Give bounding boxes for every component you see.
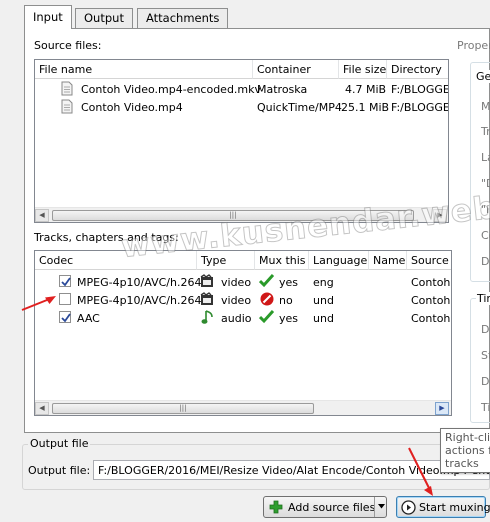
track-checkbox[interactable] [59,293,71,305]
checkmark-icon [61,277,71,287]
track-checkbox[interactable] [59,275,71,287]
column-header-language[interactable]: Language [309,251,369,270]
tab-attachments[interactable]: Attachments [137,8,229,28]
track-language: und [313,294,334,307]
track-language: und [313,312,334,325]
tab-attachments-label: Attachments [146,11,220,25]
file-directory: F:/BLOGGER [391,83,448,96]
annotation-arrow-icon [408,447,433,496]
properties-label: Proper [457,39,490,52]
list-item[interactable]: Contoh Video.mp4 QuickTime/MP4 25.1 MiB … [35,98,448,116]
track-codec: MPEG-4p10/AVC/h.264 [77,276,202,289]
property-label: Co [481,229,490,242]
no-entry-icon [260,292,274,306]
annotation-arrow-icon [21,296,56,311]
add-source-files-label: Add source files [288,501,376,514]
timing-group-title: Tim [476,292,490,305]
column-header-file-size[interactable]: File size [339,60,387,79]
start-muxing-button[interactable]: Start muxing [396,496,490,518]
property-label: Ti [481,401,490,414]
property-label: Tr [481,125,490,138]
column-header-directory[interactable]: Directory [387,60,448,79]
check-icon [259,274,274,288]
track-mux: yes [279,276,299,289]
plus-icon [269,500,283,514]
checkmark-icon [61,313,71,323]
scroll-thumb[interactable]: ||| [52,403,314,414]
file-container: QuickTime/MP4 [257,101,342,114]
property-label: "D [481,177,490,190]
track-source: Contoh [411,294,451,307]
column-header-source-file[interactable]: Source f [407,251,451,270]
column-header-mux-this[interactable]: Mux this [255,251,309,270]
column-header-container[interactable]: Container [253,60,339,79]
add-source-files-button[interactable]: Add source files [263,496,387,518]
property-label: De [481,255,490,268]
film-icon [200,292,213,305]
source-files-list[interactable]: File name Container File size Directory … [34,59,449,223]
source-files-label: Source files: [34,39,102,52]
property-label: D [481,323,490,336]
track-codec: AAC [77,312,100,325]
track-checkbox[interactable] [59,311,71,323]
property-label: M [481,100,490,113]
check-icon [259,310,274,324]
scroll-left-icon[interactable]: ◀ [35,402,49,415]
music-note-icon [201,310,213,324]
track-type: audio [221,312,252,325]
output-file-group-title: Output file [28,437,91,450]
tooltip-line: actions f [445,444,490,457]
add-source-files-dropdown[interactable] [374,497,387,517]
file-size: 25.1 MiB [341,101,390,114]
track-source: Contoh [411,312,451,325]
film-icon [200,274,213,287]
tracks-list[interactable]: Codec Type Mux this Language Name Source… [34,250,452,416]
file-icon [61,99,73,114]
tooltip-line: Right-cli [445,431,490,444]
output-file-label: Output file: [28,464,91,477]
track-language: eng [313,276,334,289]
list-item[interactable]: Contoh Video.mp4-encoded.mkv Matroska 4.… [35,80,448,98]
file-container: Matroska [257,83,308,96]
track-type: video [221,294,252,307]
column-header-name[interactable]: Name [369,251,407,270]
tab-output[interactable]: Output [75,8,133,28]
chevron-down-icon [378,504,385,509]
general-options-title: Ge [475,70,490,83]
general-options-group [470,62,490,282]
file-size: 4.7 MiB [345,83,387,96]
track-mux: no [279,294,293,307]
tracks-hscrollbar[interactable]: ◀ ||| ▶ [35,400,451,415]
play-icon [401,500,416,515]
start-muxing-label: Start muxing [419,501,490,514]
column-header-file-name[interactable]: File name [35,60,253,79]
file-name: Contoh Video.mp4 [81,101,183,114]
file-name: Contoh Video.mp4-encoded.mkv [81,83,262,96]
scroll-left-icon[interactable]: ◀ [35,209,49,222]
track-codec: MPEG-4p10/AVC/h.264 [77,294,202,307]
table-row[interactable]: AAC audio yes und Contoh [35,308,451,326]
track-type: video [221,276,252,289]
table-row[interactable]: MPEG-4p10/AVC/h.264 video no und Contoh [35,290,451,308]
track-source: Contoh [411,276,451,289]
scroll-right-icon[interactable]: ▶ [435,402,449,415]
table-row[interactable]: MPEG-4p10/AVC/h.264 video yes eng Contoh [35,272,451,290]
property-label: D [481,375,490,388]
file-icon [61,81,73,96]
tooltip: Right-cli actions f tracks [440,428,490,473]
property-label: La [481,151,490,164]
track-mux: yes [279,312,299,325]
tooltip-line: tracks [445,457,479,470]
property-label: St [481,349,490,362]
tab-input[interactable]: Input [24,5,72,29]
tab-input-label: Input [33,10,63,24]
tab-output-label: Output [84,11,124,25]
file-directory: F:/BLOGGER [391,101,448,114]
